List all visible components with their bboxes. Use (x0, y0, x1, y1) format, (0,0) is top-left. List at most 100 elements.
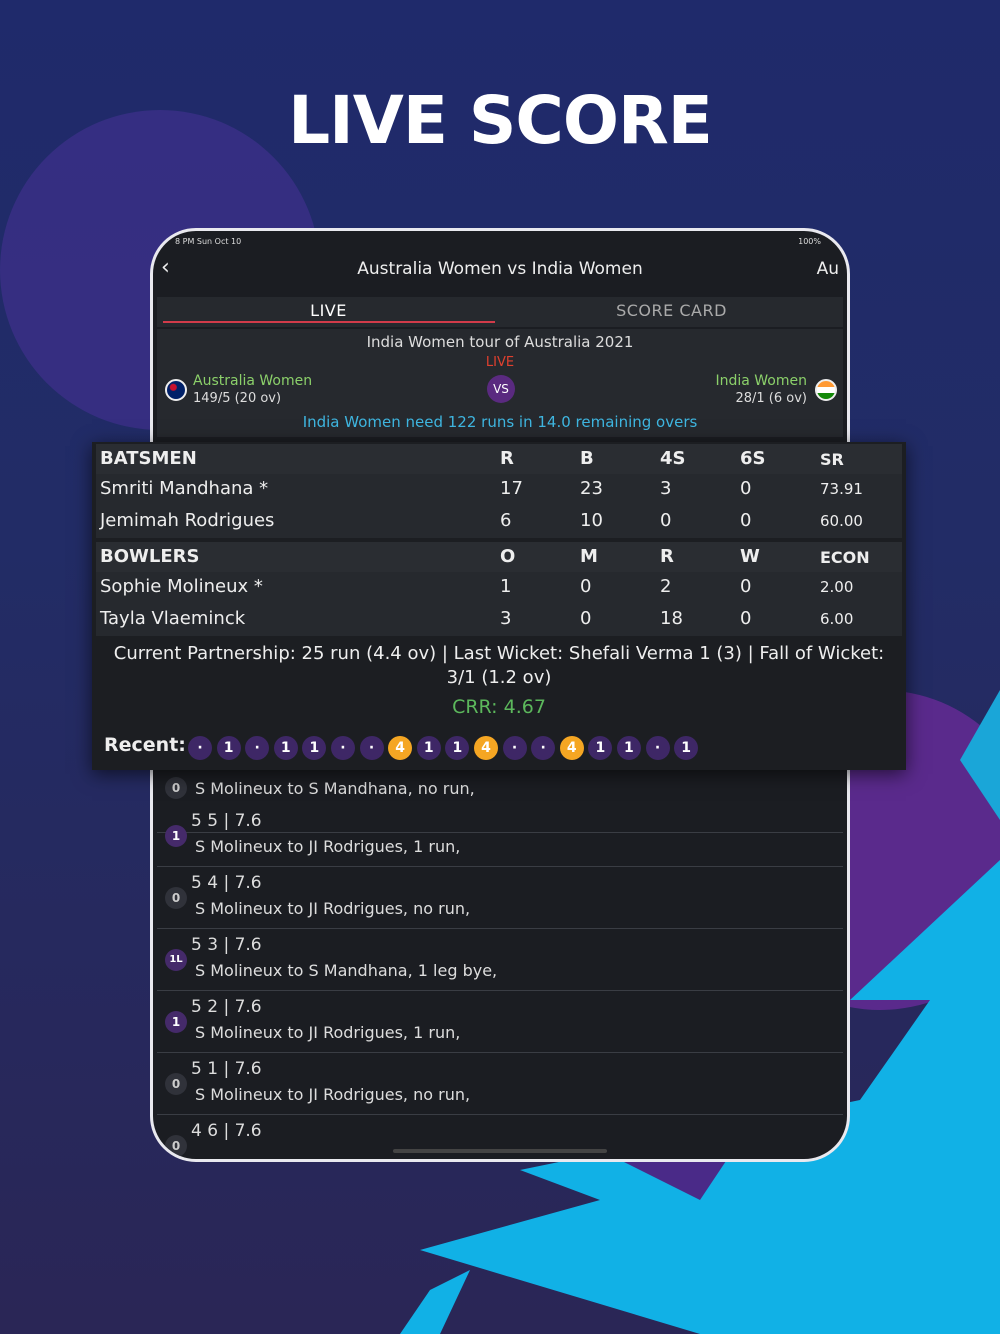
bowler-row: Tayla Vlaeminck 3 0 18 0 6.00 (96, 604, 902, 636)
partnership-text: Current Partnership: 25 run (4.4 ov) | L… (113, 643, 885, 688)
vs-badge: VS (487, 375, 515, 403)
commentary-text: S Molineux to JI Rodrigues, no run, (195, 1085, 471, 1104)
col-header: W (740, 546, 760, 567)
over-number: 5 1 | 7.6 (191, 1059, 262, 1079)
series-title: India Women tour of Australia 2021 (366, 333, 634, 351)
recent-ball: 4 (559, 736, 584, 760)
ball-result: 0 (165, 1135, 187, 1157)
recent-ball: · (645, 736, 670, 760)
recent-ball: · (531, 736, 556, 760)
australia-flag-icon (165, 379, 187, 401)
recent-ball: · (502, 736, 527, 760)
page-title: Australia Women vs India Women (357, 259, 643, 279)
stat-cell: 10 (580, 510, 603, 531)
tab-bar: LIVE SCORE CARD (157, 297, 843, 327)
recent-ball: 1 (273, 736, 298, 760)
recent-label: Recent: (104, 734, 186, 756)
stat-cell: 73.91 (820, 480, 863, 498)
col-header: ECON (820, 548, 870, 567)
recent-ball: 1 (302, 736, 327, 760)
player-name: Tayla Vlaeminck (100, 608, 246, 629)
commentary-item: 1L 5 3 | 7.6 S Molineux to S Mandhana, 1… (157, 929, 843, 991)
ball-result: 1 (165, 1011, 187, 1033)
ball-result: 0 (165, 887, 187, 909)
col-header: BOWLERS (100, 546, 200, 567)
target-text: India Women need 122 runs in 14.0 remain… (302, 413, 698, 431)
recent-ball: · (188, 736, 212, 760)
col-header: 4S (660, 448, 686, 469)
ball-result: 1 (165, 825, 187, 847)
live-score-card: BATSMEN R B 4S 6S SR Smriti Mandhana * 1… (92, 442, 906, 770)
player-name: Jemimah Rodrigues (100, 510, 275, 531)
stat-cell: 0 (580, 608, 592, 629)
stat-cell: 1 (500, 576, 512, 597)
live-badge: LIVE (485, 355, 515, 370)
team-a-score: 149/5 (20 ov) (193, 391, 282, 406)
india-flag-icon (815, 379, 837, 401)
recent-ball: · (245, 736, 270, 760)
recent-ball: 1 (674, 736, 699, 760)
batsmen-header: BATSMEN R B 4S 6S SR (96, 444, 902, 474)
commentary-item: 0 5 1 | 7.6 S Molineux to JI Rodrigues, … (157, 1053, 843, 1115)
headline: LIVE SCORE (288, 82, 713, 159)
status-bar: 8 PM Sun Oct 10 100% (175, 237, 821, 249)
stat-cell: 18 (660, 608, 683, 629)
player-name: Sophie Molineux * (100, 576, 263, 597)
stat-cell: 0 (660, 510, 672, 531)
recent-ball: 1 (445, 736, 470, 760)
stat-cell: 0 (740, 608, 752, 629)
stat-cell: 0 (740, 510, 752, 531)
batsman-row: Smriti Mandhana * 17 23 3 0 73.91 (96, 474, 902, 506)
stat-cell: 3 (660, 478, 672, 499)
tab-score-card[interactable]: SCORE CARD (500, 301, 843, 320)
current-run-rate: CRR: 4.67 (452, 696, 546, 718)
col-header: R (500, 448, 514, 469)
recent-ball: · (359, 736, 384, 760)
status-time: 8 PM Sun Oct 10 (175, 237, 242, 246)
col-header: 6S (740, 448, 766, 469)
stat-cell: 0 (740, 478, 752, 499)
commentary-item: 0 5 4 | 7.6 S Molineux to JI Rodrigues, … (157, 867, 843, 929)
over-number: 4 6 | 7.6 (191, 1121, 262, 1141)
recent-ball: 4 (473, 736, 498, 760)
tab-live[interactable]: LIVE (157, 301, 500, 320)
recent-ball: 1 (416, 736, 441, 760)
home-indicator[interactable] (393, 1149, 607, 1153)
recent-ball: 1 (616, 736, 641, 760)
player-name: Smriti Mandhana * (100, 478, 269, 499)
commentary-text: S Molineux to JI Rodrigues, no run, (195, 899, 471, 918)
stat-cell: 17 (500, 478, 523, 499)
col-header: M (580, 546, 598, 567)
over-number: 5 2 | 7.6 (191, 997, 262, 1017)
stat-cell: 6.00 (820, 610, 854, 628)
commentary-item: 0 4 6 | 7.6 (157, 1115, 843, 1159)
stat-cell: 60.00 (820, 512, 863, 530)
recent-ball: · (330, 736, 355, 760)
nav-right-label[interactable]: Au (817, 259, 839, 279)
team-a-name: Australia Women (193, 373, 313, 389)
over-number: 5 3 | 7.6 (191, 935, 262, 955)
team-b-score: 28/1 (6 ov) (735, 391, 807, 406)
commentary-item: 1 5 5 | 7.6 S Molineux to JI Rodrigues, … (157, 805, 843, 867)
ball-result: 0 (165, 777, 187, 799)
commentary-text: S Molineux to JI Rodrigues, 1 run, (195, 1023, 461, 1042)
recent-ball: 4 (388, 736, 413, 760)
col-header: R (660, 546, 674, 567)
batsman-row: Jemimah Rodrigues 6 10 0 0 60.00 (96, 506, 902, 538)
col-header: O (500, 546, 516, 567)
bowler-row: Sophie Molineux * 1 0 2 0 2.00 (96, 572, 902, 604)
stat-cell: 23 (580, 478, 603, 499)
stat-cell: 0 (740, 576, 752, 597)
commentary-text: S Molineux to JI Rodrigues, 1 run, (195, 837, 461, 856)
col-header: SR (820, 450, 844, 469)
stat-cell: 2.00 (820, 578, 854, 596)
stat-cell: 2 (660, 576, 672, 597)
battery-indicator: 100% (798, 237, 821, 246)
bowlers-header: BOWLERS O M R W ECON (96, 542, 902, 572)
commentary-item: 1 5 2 | 7.6 S Molineux to JI Rodrigues, … (157, 991, 843, 1053)
ball-result: 1L (165, 949, 187, 971)
commentary-text: S Molineux to S Mandhana, no run, (195, 779, 475, 798)
col-header: BATSMEN (100, 448, 197, 469)
stat-cell: 3 (500, 608, 512, 629)
ball-result: 0 (165, 1073, 187, 1095)
